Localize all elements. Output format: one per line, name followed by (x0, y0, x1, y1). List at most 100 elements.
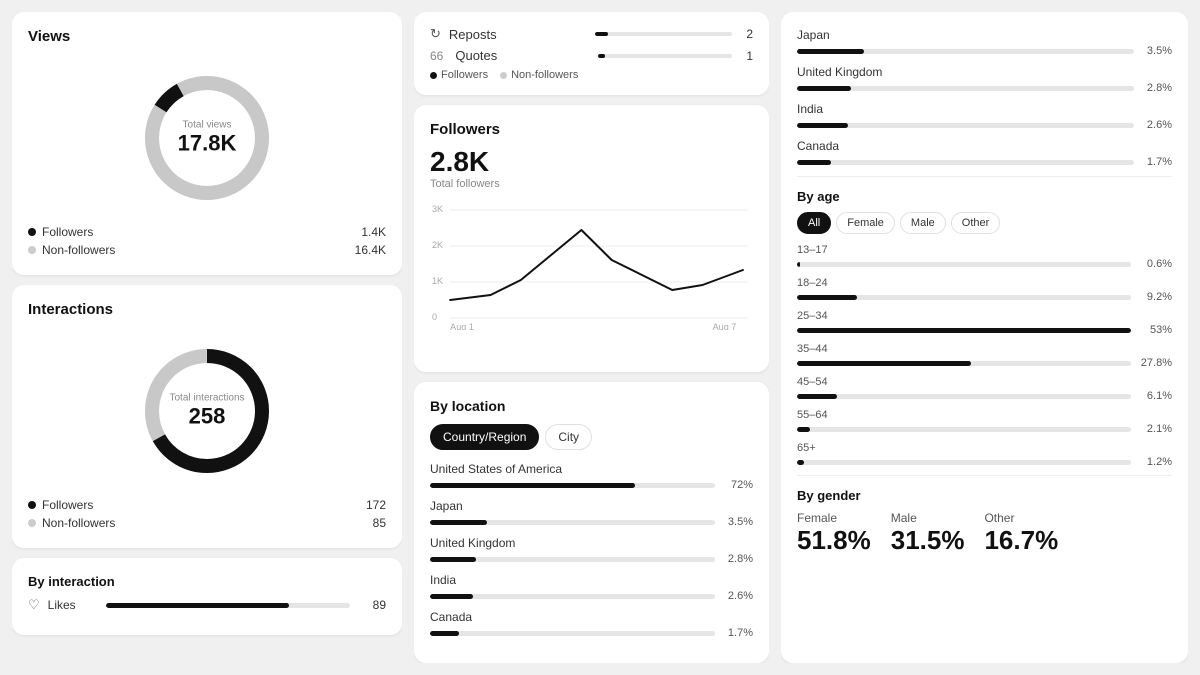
location-usa-bar-bg (430, 483, 715, 488)
audience-india-pct: 2.6% (1140, 119, 1172, 131)
age-55-64-label: 55–64 (797, 409, 1172, 421)
divider-2 (797, 475, 1172, 476)
location-uk-name: United Kingdom (430, 536, 753, 550)
age-18-24-label: 18–24 (797, 277, 1172, 289)
audience-india-bar-row: 2.6% (797, 119, 1172, 131)
nonfollowers-pill-label: Non-followers (511, 69, 578, 81)
interactions-followers-legend: Followers 172 (28, 496, 386, 514)
location-uk-pct: 2.8% (721, 553, 753, 565)
interactions-nonfollowers-label: Non-followers (42, 516, 115, 530)
age-25-34-bar (797, 328, 1131, 333)
by-interaction-title: By interaction (28, 574, 386, 589)
reposts-count: 2 (746, 27, 753, 41)
age-35-44-pct: 27.8% (1137, 357, 1172, 369)
age-25-34-label: 25–34 (797, 310, 1172, 322)
age-55-64-bar-bg (797, 427, 1131, 432)
audience-japan-bar-row: 3.5% (797, 45, 1172, 57)
followers-line (450, 230, 743, 300)
views-nonfollowers-legend: Non-followers 16.4K (28, 241, 386, 259)
gender-male-value: 31.5% (891, 525, 965, 556)
location-usa: United States of America 72% (430, 462, 753, 491)
location-usa-bar-row: 72% (430, 479, 753, 491)
audience-india-bar-bg (797, 123, 1134, 128)
audience-card: Japan 3.5% United Kingdom 2.8% (781, 12, 1188, 663)
views-nonfollowers-label: Non-followers (42, 243, 115, 257)
views-nonfollowers-dot (28, 246, 36, 254)
followers-total-label: Total followers (430, 178, 753, 190)
age-filter-group: All Female Male Other (797, 212, 1172, 234)
nonfollowers-pill-dot (500, 72, 507, 79)
age-65plus-bar-bg (797, 460, 1131, 465)
likes-bar-bg (106, 603, 350, 608)
by-age-title: By age (797, 189, 1172, 204)
age-filter-female[interactable]: Female (836, 212, 895, 234)
followers-chart: 3K 2K 1K 0 Aug 1 Aug 7 (430, 200, 753, 330)
age-18-24-bar-bg (797, 295, 1131, 300)
audience-japan-pct: 3.5% (1140, 45, 1172, 57)
reposts-legend: Followers Non-followers (430, 69, 753, 81)
gender-other: Other 16.7% (984, 511, 1058, 556)
location-canada-bar (430, 631, 459, 636)
interactions-nonfollowers-legend: Non-followers 85 (28, 514, 386, 532)
gender-other-value: 16.7% (984, 525, 1058, 556)
audience-japan-bar-bg (797, 49, 1134, 54)
location-india: India 2.6% (430, 573, 753, 602)
location-canada-bar-bg (430, 631, 715, 636)
age-55-64-pct: 2.1% (1137, 423, 1172, 435)
quotes-count: 1 (746, 49, 753, 63)
views-nonfollowers-count: 16.4K (355, 243, 386, 257)
age-55-64-bar (797, 427, 810, 432)
age-filter-male[interactable]: Male (900, 212, 946, 234)
audience-canada: Canada 1.7% (797, 139, 1172, 168)
chart-x-start: Aug 1 (450, 322, 474, 330)
svg-text:3K: 3K (432, 204, 443, 214)
tab-city[interactable]: City (545, 424, 592, 450)
audience-india-name: India (797, 102, 1172, 116)
followers-chart-svg: 3K 2K 1K 0 Aug 1 Aug 7 (430, 200, 753, 330)
right-column: Japan 3.5% United Kingdom 2.8% (781, 12, 1188, 663)
followers-card: Followers 2.8K Total followers 3K 2K 1K … (414, 105, 769, 372)
interactions-total-value: 258 (169, 404, 244, 430)
age-13-17-bar (797, 262, 800, 267)
gender-male-label: Male (891, 511, 965, 525)
interactions-nonfollowers-dot (28, 519, 36, 527)
interactions-followers-dot (28, 501, 36, 509)
svg-text:2K: 2K (432, 240, 443, 250)
likes-count: 89 (358, 598, 386, 612)
location-usa-pct: 72% (721, 479, 753, 491)
audience-japan-name: Japan (797, 28, 1172, 42)
age-25-34-pct: 53% (1137, 324, 1172, 336)
age-45-54-bar (797, 394, 837, 399)
quotes-row: 66 Quotes 1 (430, 48, 753, 63)
location-tab-group: Country/Region City (430, 424, 753, 450)
age-13-17-pct: 0.6% (1137, 258, 1172, 270)
followers-pill: Followers (430, 69, 488, 81)
location-canada-bar-row: 1.7% (430, 627, 753, 639)
age-55-64: 55–64 2.1% (797, 409, 1172, 435)
followers-card-title: Followers (430, 121, 753, 138)
nonfollowers-pill: Non-followers (500, 69, 578, 81)
followers-total-value: 2.8K (430, 146, 753, 178)
age-13-17-bar-bg (797, 262, 1131, 267)
age-45-54-bar-bg (797, 394, 1131, 399)
interactions-card: Interactions Total interactions 258 (12, 285, 402, 548)
location-japan-bar-bg (430, 520, 715, 525)
age-35-44: 35–44 27.8% (797, 343, 1172, 369)
age-18-24-pct: 9.2% (1137, 291, 1172, 303)
age-filter-other[interactable]: Other (951, 212, 1001, 234)
views-card: Views Total views 17.8K (12, 12, 402, 275)
svg-text:1K: 1K (432, 276, 443, 286)
location-japan-name: Japan (430, 499, 753, 513)
age-filter-all[interactable]: All (797, 212, 831, 234)
location-uk-bar-row: 2.8% (430, 553, 753, 565)
location-india-name: India (430, 573, 753, 587)
interactions-total-label: Total interactions (169, 393, 244, 404)
views-followers-count: 1.4K (361, 225, 386, 239)
followers-pill-dot (430, 72, 437, 79)
tab-country-region[interactable]: Country/Region (430, 424, 539, 450)
likes-row: ♡ Likes 89 (28, 597, 386, 613)
quotes-bar-bg (598, 54, 732, 58)
audience-uk-bar-row: 2.8% (797, 82, 1172, 94)
age-18-24-bar (797, 295, 857, 300)
views-followers-dot (28, 228, 36, 236)
